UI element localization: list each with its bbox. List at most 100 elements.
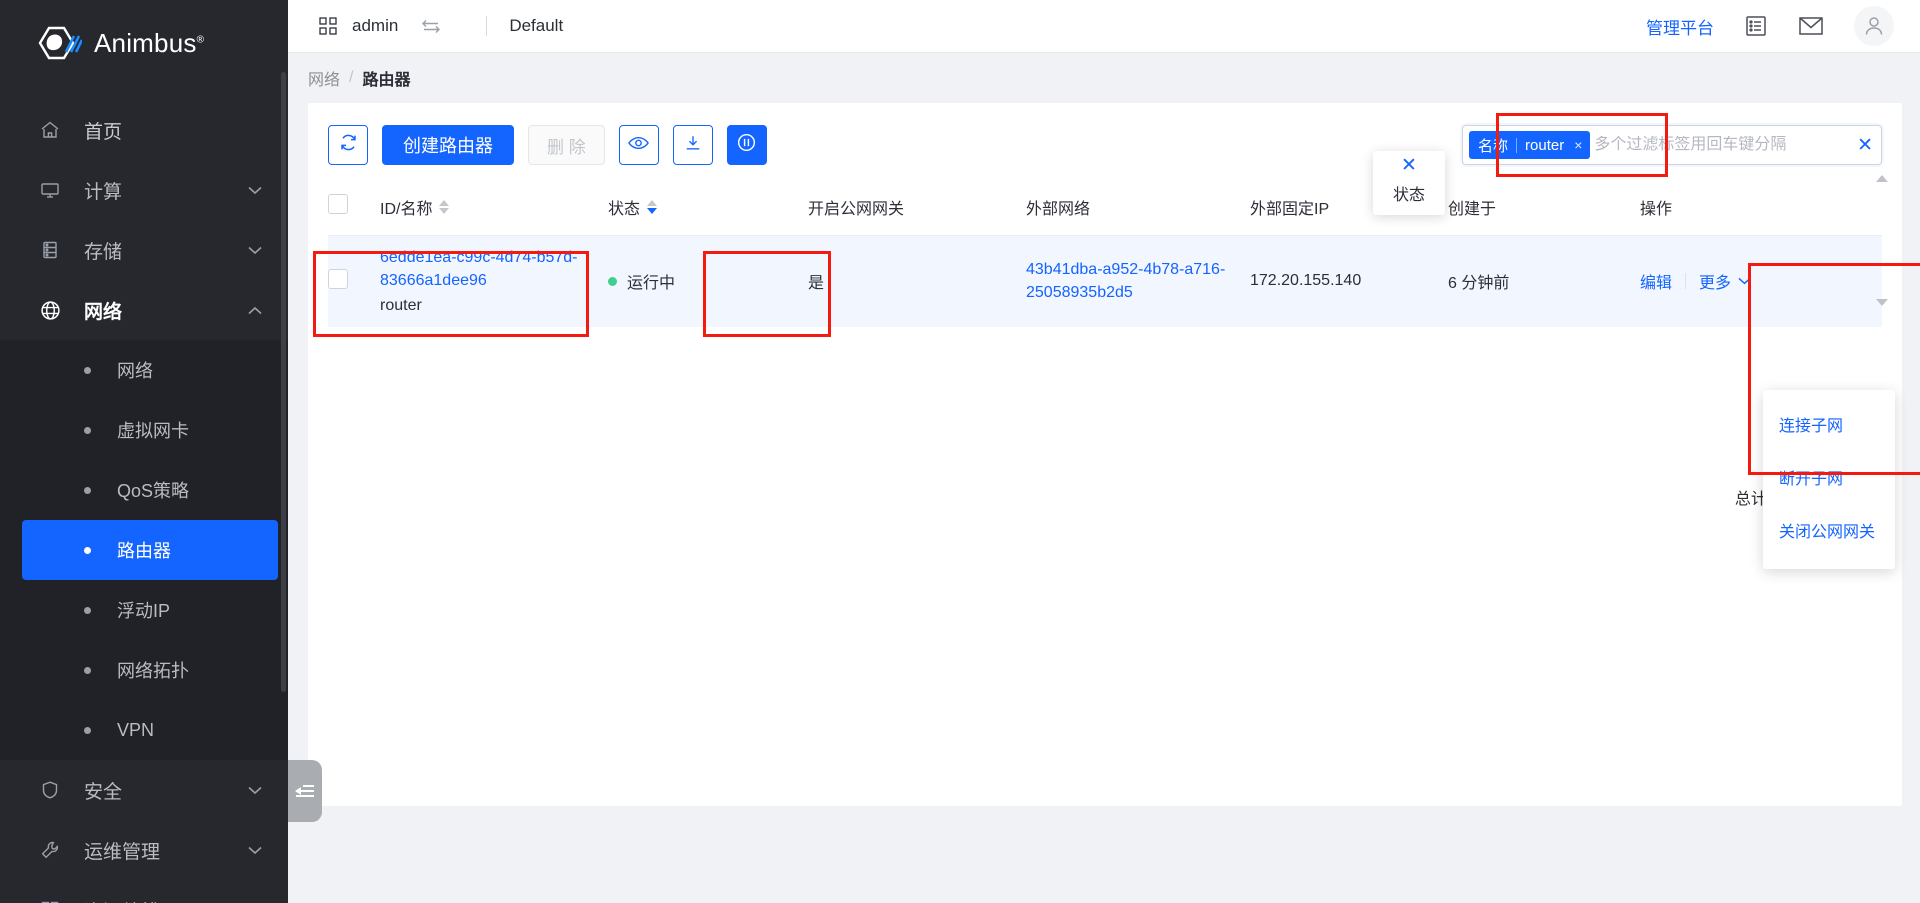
view-button[interactable] <box>618 125 659 165</box>
storage-icon <box>36 238 64 262</box>
breadcrumb: 网络 / 路由器 <box>288 53 1920 103</box>
breadcrumb-parent[interactable]: 网络 <box>308 66 340 90</box>
row-checkbox[interactable] <box>328 268 348 289</box>
topbar: admin Default 管理平台 <box>288 0 1920 53</box>
bullet-icon <box>84 606 91 614</box>
scroll-down-indicator-icon[interactable] <box>1876 299 1888 306</box>
chevron-down-icon <box>248 783 262 798</box>
app-root: Animbus® 首页 计算 存储 网络 网络 虚拟网卡 QoS策略 路由器 浮… <box>0 0 1920 903</box>
topbar-right: 管理平台 <box>1646 6 1894 46</box>
sidebar-item-ops[interactable]: 运维管理 <box>0 820 288 880</box>
column-id-name[interactable]: ID/名称 <box>380 179 608 236</box>
chevron-down-icon <box>248 243 262 258</box>
sidebar-nav: 首页 计算 存储 网络 网络 虚拟网卡 QoS策略 路由器 浮动IP 网络拓扑 … <box>0 86 288 903</box>
sort-icon[interactable] <box>647 199 658 214</box>
bullet-icon <box>84 546 91 554</box>
sidebar-subitem-label: 浮动IP <box>117 601 171 621</box>
table-row[interactable]: 6edde1ea-c99c-4d74-b57d-83666a1dee96 rou… <box>328 235 1882 327</box>
menu-item-disconnect-subnet[interactable]: 断开子网 <box>1763 453 1895 506</box>
topbar-username[interactable]: admin <box>352 16 398 36</box>
sidebar-item-label: 资源编排 <box>84 897 248 903</box>
manage-platform-link[interactable]: 管理平台 <box>1646 14 1714 39</box>
download-button[interactable] <box>672 125 713 165</box>
filter-search-box[interactable]: 名称 router × ✕ <box>1462 125 1882 165</box>
column-label: 创建于 <box>1448 200 1497 218</box>
avatar[interactable] <box>1854 6 1894 46</box>
create-router-button[interactable]: 创建路由器 <box>382 125 514 165</box>
sidebar-subitem-network[interactable]: 网络 <box>22 340 278 400</box>
more-dropdown-menu: 连接子网 断开子网 关闭公网网关 <box>1763 390 1895 569</box>
sidebar-subitem-floating-ip[interactable]: 浮动IP <box>22 580 278 640</box>
sidebar-item-compute[interactable]: 计算 <box>0 160 288 220</box>
cell-actions: 编辑 更多 <box>1640 235 1882 327</box>
apps-grid-icon[interactable] <box>318 16 338 36</box>
status-popup-label[interactable]: 状态 <box>1373 181 1445 205</box>
column-label: 外部网络 <box>1026 200 1091 218</box>
refresh-button[interactable] <box>328 125 368 165</box>
main-area: admin Default 管理平台 网络 / 路由器 创建路由器 删 除 名称… <box>288 0 1920 903</box>
sidebar-scrollbar[interactable] <box>281 72 286 692</box>
table-toolbar: 创建路由器 删 除 名称 router × 多个过滤标签用回车键分隔 ✕ <box>308 103 1902 165</box>
sidebar-subitem-label: QoS策略 <box>117 481 190 501</box>
filter-tag-name[interactable]: 名称 router × <box>1469 131 1591 159</box>
bullet-icon <box>84 426 91 434</box>
topbar-project[interactable]: Default <box>509 16 563 36</box>
bullet-icon <box>84 366 91 374</box>
routers-table: ID/名称 状态 开启公网网关 外部网络 外部固定IP 创建于 操作 6edde… <box>328 179 1882 327</box>
chevron-down-icon <box>248 843 262 858</box>
column-public-gateway: 开启公网网关 <box>808 179 1026 236</box>
brand-logo[interactable]: Animbus® <box>0 0 288 86</box>
bullet-icon <box>84 666 91 674</box>
power-icon <box>736 132 757 158</box>
filter-clear-icon[interactable]: ✕ <box>1851 134 1873 157</box>
column-status[interactable]: 状态 <box>608 179 808 236</box>
status-popup-close-icon[interactable]: ✕ <box>1373 155 1445 177</box>
sidebar-subitem-router[interactable]: 路由器 <box>22 520 278 580</box>
external-network-link[interactable]: 43b41dba-a952-4b78-a716-25058935b2d5 <box>1026 261 1225 301</box>
content-wrapper: 创建路由器 删 除 名称 router × 多个过滤标签用回车键分隔 ✕ ✕ 状… <box>288 103 1920 903</box>
sidebar: Animbus® 首页 计算 存储 网络 网络 虚拟网卡 QoS策略 路由器 浮… <box>0 0 288 903</box>
filter-area: 名称 router × ✕ <box>1462 125 1882 165</box>
cell-external-network: 43b41dba-a952-4b78-a716-25058935b2d5 <box>1026 235 1250 327</box>
sidebar-subitem-qos[interactable]: QoS策略 <box>22 460 278 520</box>
breadcrumb-separator: / <box>349 69 354 86</box>
router-id-link[interactable]: 6edde1ea-c99c-4d74-b57d-83666a1dee96 <box>380 246 608 292</box>
scroll-up-indicator-icon[interactable] <box>1876 175 1888 182</box>
select-all-checkbox[interactable] <box>328 194 348 215</box>
menu-item-connect-subnet[interactable]: 连接子网 <box>1763 400 1895 453</box>
cell-id-name: 6edde1ea-c99c-4d74-b57d-83666a1dee96 rou… <box>380 235 608 327</box>
menu-item-disable-public-gateway[interactable]: 关闭公网网关 <box>1763 506 1895 559</box>
sidebar-subitem-label: 路由器 <box>117 541 171 561</box>
sidebar-item-label: 存储 <box>84 241 123 263</box>
filter-input[interactable] <box>1594 136 1852 154</box>
sidebar-item-security[interactable]: 安全 <box>0 760 288 820</box>
sidebar-collapse-handle[interactable] <box>288 760 322 822</box>
mail-icon[interactable] <box>1798 15 1824 37</box>
column-label: ID/名称 <box>380 200 433 218</box>
sidebar-item-home[interactable]: 首页 <box>0 100 288 160</box>
power-button[interactable] <box>726 125 767 165</box>
sidebar-subitem-vnic[interactable]: 虚拟网卡 <box>22 400 278 460</box>
select-all-header <box>328 179 380 236</box>
sidebar-item-network[interactable]: 网络 <box>0 280 288 340</box>
cell-external-ip: 172.20.155.140 <box>1250 272 1362 289</box>
chevron-up-icon <box>248 303 262 318</box>
shield-icon <box>36 778 64 802</box>
sidebar-subitem-topology[interactable]: 网络拓扑 <box>22 640 278 700</box>
sidebar-item-orchestration[interactable]: 资源编排 <box>0 880 288 903</box>
swap-icon[interactable] <box>420 18 442 34</box>
chevron-down-icon[interactable] <box>1738 274 1751 288</box>
filter-tag-remove-icon[interactable]: × <box>1572 137 1584 153</box>
table-header-row: ID/名称 状态 开启公网网关 外部网络 外部固定IP 创建于 操作 <box>328 179 1882 236</box>
edit-action[interactable]: 编辑 <box>1640 269 1672 293</box>
sort-icon[interactable] <box>439 199 450 214</box>
brand-name: Animbus® <box>94 27 205 58</box>
task-list-icon[interactable] <box>1744 14 1768 38</box>
sidebar-subitem-label: 网络拓扑 <box>117 661 189 681</box>
more-action[interactable]: 更多 <box>1699 269 1731 293</box>
download-icon <box>684 134 702 157</box>
sidebar-subitem-vpn[interactable]: VPN <box>22 700 278 760</box>
sidebar-item-storage[interactable]: 存储 <box>0 220 288 280</box>
sidebar-item-label: 网络 <box>84 301 123 323</box>
trademark-mark: ® <box>196 33 205 45</box>
